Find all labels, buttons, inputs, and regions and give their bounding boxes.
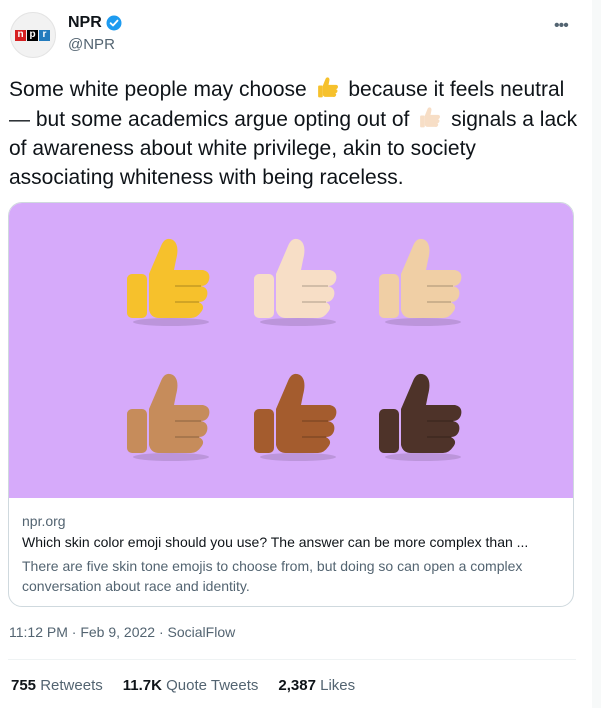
likes-count: 2,387 bbox=[278, 677, 316, 694]
tweet-date[interactable]: Feb 9, 2022 bbox=[80, 624, 155, 640]
scrollbar-track bbox=[592, 0, 601, 708]
verified-badge-icon bbox=[106, 15, 122, 31]
logo-letter-r: r bbox=[39, 30, 50, 41]
thumbs-up-dark-icon bbox=[379, 373, 462, 461]
thumbs-up-light-icon bbox=[254, 238, 337, 326]
retweets-label: Retweets bbox=[40, 677, 103, 694]
tweet-text-part: Some white people may choose bbox=[9, 78, 313, 101]
tweet-stats: 755 Retweets 11.7K Quote Tweets 2,387 Li… bbox=[11, 677, 355, 694]
thumbs-up-medium-dark-icon bbox=[254, 373, 337, 461]
card-image[interactable] bbox=[9, 203, 573, 498]
card-title: Which skin color emoji should you use? T… bbox=[22, 534, 529, 550]
account-name[interactable]: NPR bbox=[68, 14, 102, 32]
thumbs-up-yellow-icon bbox=[127, 238, 210, 326]
logo-letter-n: n bbox=[15, 30, 26, 41]
tweet-text: Some white people may choose because it … bbox=[9, 74, 579, 192]
tweet-source[interactable]: SocialFlow bbox=[168, 624, 236, 640]
account-handle[interactable]: @NPR bbox=[68, 36, 115, 53]
card-domain: npr.org bbox=[22, 513, 66, 529]
thumbs-up-yellow-icon bbox=[317, 77, 338, 98]
tweet-meta: 11:12 PM · Feb 9, 2022 · SocialFlow bbox=[9, 624, 235, 640]
thumbs-up-medium-light-icon bbox=[379, 238, 462, 326]
likes-stat[interactable]: 2,387 Likes bbox=[278, 677, 355, 694]
thumbs-up-medium-icon bbox=[127, 373, 210, 461]
quote-tweets-stat[interactable]: 11.7K Quote Tweets bbox=[123, 677, 259, 694]
divider bbox=[8, 659, 576, 660]
tweet-time[interactable]: 11:12 PM bbox=[9, 624, 68, 640]
npr-logo: n p r bbox=[15, 30, 50, 41]
meta-separator: · bbox=[158, 624, 164, 640]
logo-letter-p: p bbox=[27, 30, 38, 41]
retweets-count: 755 bbox=[11, 677, 37, 694]
more-options-icon[interactable]: ••• bbox=[554, 17, 569, 35]
thumbs-up-light-skin-icon bbox=[420, 107, 441, 128]
likes-label: Likes bbox=[320, 677, 356, 694]
meta-separator: · bbox=[71, 624, 77, 640]
quote-tweets-count: 11.7K bbox=[122, 677, 162, 694]
quote-tweets-label: Quote Tweets bbox=[166, 677, 259, 694]
avatar[interactable]: n p r bbox=[10, 12, 56, 58]
retweets-stat[interactable]: 755 Retweets bbox=[11, 677, 103, 694]
link-card[interactable]: npr.org Which skin color emoji should yo… bbox=[8, 202, 574, 607]
card-description: There are five skin tone emojis to choos… bbox=[22, 558, 523, 594]
